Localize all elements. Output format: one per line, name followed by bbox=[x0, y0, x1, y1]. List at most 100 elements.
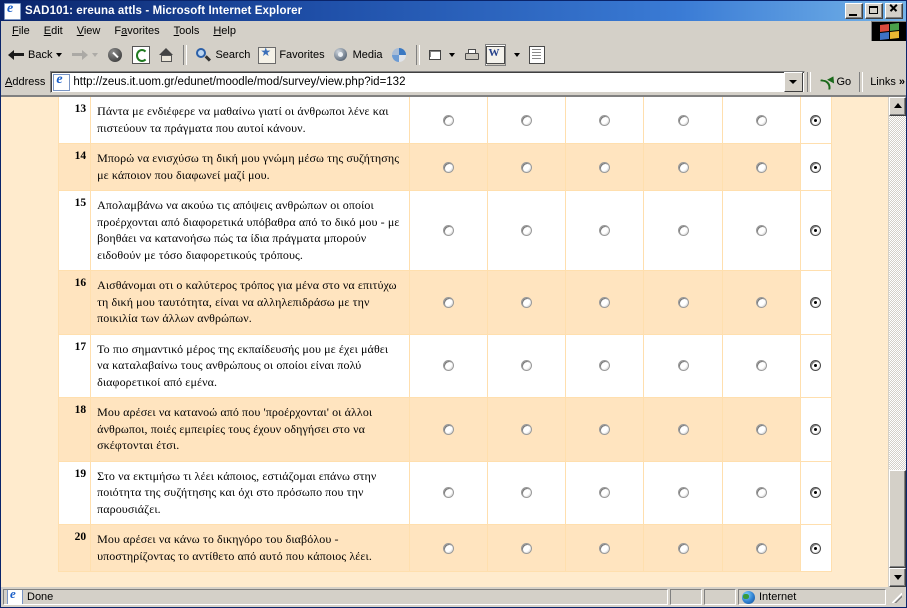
address-dropdown-button[interactable] bbox=[783, 72, 803, 92]
radio-option-4[interactable] bbox=[677, 423, 689, 435]
radio-option-4[interactable] bbox=[677, 114, 689, 126]
option-cell-2[interactable] bbox=[487, 524, 567, 572]
home-button[interactable] bbox=[154, 44, 179, 66]
edit-dropdown-chevron-icon[interactable] bbox=[513, 53, 520, 57]
back-button[interactable]: Back bbox=[4, 44, 67, 66]
radio-option-1[interactable] bbox=[442, 296, 454, 308]
option-cell-6[interactable] bbox=[799, 460, 833, 525]
radio-option-4[interactable] bbox=[677, 360, 689, 372]
menu-item-help[interactable]: Help bbox=[206, 23, 243, 40]
mail-button[interactable] bbox=[424, 44, 460, 66]
radio-option-3[interactable] bbox=[599, 423, 611, 435]
radio-option-5[interactable] bbox=[755, 360, 767, 372]
option-cell-6[interactable] bbox=[799, 143, 833, 191]
radio-option-1[interactable] bbox=[442, 423, 454, 435]
radio-option-6[interactable] bbox=[810, 487, 822, 499]
vertical-scrollbar[interactable] bbox=[888, 97, 906, 587]
radio-option-2[interactable] bbox=[521, 360, 533, 372]
option-cell-4[interactable] bbox=[643, 270, 723, 335]
option-cell-5[interactable] bbox=[721, 524, 801, 572]
print-button[interactable] bbox=[460, 44, 485, 66]
radio-option-1[interactable] bbox=[442, 542, 454, 554]
option-cell-4[interactable] bbox=[643, 397, 723, 462]
radio-option-5[interactable] bbox=[755, 487, 767, 499]
option-cell-3[interactable] bbox=[565, 190, 645, 271]
option-cell-2[interactable] bbox=[487, 397, 567, 462]
radio-option-3[interactable] bbox=[599, 114, 611, 126]
option-cell-1[interactable] bbox=[408, 524, 489, 572]
radio-option-1[interactable] bbox=[442, 360, 454, 372]
radio-option-6[interactable] bbox=[810, 225, 822, 237]
radio-option-6[interactable] bbox=[810, 423, 822, 435]
option-cell-5[interactable] bbox=[721, 460, 801, 525]
option-cell-3[interactable] bbox=[565, 333, 645, 398]
back-dropdown-chevron-icon[interactable] bbox=[56, 53, 63, 57]
scroll-up-button[interactable] bbox=[889, 97, 906, 116]
option-cell-2[interactable] bbox=[487, 270, 567, 335]
menu-item-edit[interactable]: Edit bbox=[37, 23, 70, 40]
option-cell-3[interactable] bbox=[565, 97, 645, 144]
option-cell-3[interactable] bbox=[565, 270, 645, 335]
radio-option-1[interactable] bbox=[442, 225, 454, 237]
radio-option-1[interactable] bbox=[442, 487, 454, 499]
radio-option-2[interactable] bbox=[521, 114, 533, 126]
scrollbar-track[interactable] bbox=[889, 116, 906, 568]
forward-dropdown-chevron-icon[interactable] bbox=[92, 53, 99, 57]
radio-option-6[interactable] bbox=[810, 296, 822, 308]
option-cell-1[interactable] bbox=[408, 97, 489, 144]
option-cell-5[interactable] bbox=[721, 270, 801, 335]
history-button[interactable] bbox=[387, 44, 412, 66]
menu-item-tools[interactable]: Tools bbox=[167, 23, 207, 40]
option-cell-2[interactable] bbox=[487, 97, 567, 144]
radio-option-5[interactable] bbox=[755, 542, 767, 554]
option-cell-2[interactable] bbox=[487, 190, 567, 271]
option-cell-4[interactable] bbox=[643, 97, 723, 144]
option-cell-3[interactable] bbox=[565, 397, 645, 462]
edit-dropdown-button[interactable] bbox=[506, 44, 525, 66]
option-cell-6[interactable] bbox=[799, 190, 833, 271]
maximize-button[interactable] bbox=[865, 3, 883, 19]
radio-option-3[interactable] bbox=[599, 487, 611, 499]
mail-dropdown-chevron-icon[interactable] bbox=[448, 53, 455, 57]
option-cell-2[interactable] bbox=[487, 143, 567, 191]
option-cell-1[interactable] bbox=[408, 190, 489, 271]
radio-option-6[interactable] bbox=[810, 114, 822, 126]
radio-option-5[interactable] bbox=[755, 423, 767, 435]
radio-option-3[interactable] bbox=[599, 296, 611, 308]
option-cell-1[interactable] bbox=[408, 397, 489, 462]
radio-option-3[interactable] bbox=[599, 542, 611, 554]
radio-option-6[interactable] bbox=[810, 542, 822, 554]
radio-option-2[interactable] bbox=[521, 542, 533, 554]
radio-option-6[interactable] bbox=[810, 360, 822, 372]
address-input-container[interactable]: http://zeus.it.uom.gr/edunet/moodle/mod/… bbox=[50, 71, 805, 93]
option-cell-4[interactable] bbox=[643, 524, 723, 572]
radio-option-2[interactable] bbox=[521, 225, 533, 237]
discuss-button[interactable] bbox=[525, 44, 549, 66]
radio-option-4[interactable] bbox=[677, 161, 689, 173]
menu-item-favorites[interactable]: Favorites bbox=[107, 23, 166, 40]
scrollbar-thumb[interactable] bbox=[889, 470, 906, 568]
option-cell-6[interactable] bbox=[799, 524, 833, 572]
address-input[interactable]: http://zeus.it.uom.gr/edunet/moodle/mod/… bbox=[73, 76, 783, 88]
option-cell-6[interactable] bbox=[799, 333, 833, 398]
option-cell-1[interactable] bbox=[408, 143, 489, 191]
option-cell-4[interactable] bbox=[643, 460, 723, 525]
radio-option-5[interactable] bbox=[755, 225, 767, 237]
radio-option-5[interactable] bbox=[755, 114, 767, 126]
minimize-button[interactable] bbox=[845, 3, 863, 19]
radio-option-2[interactable] bbox=[521, 423, 533, 435]
radio-option-4[interactable] bbox=[677, 487, 689, 499]
option-cell-5[interactable] bbox=[721, 397, 801, 462]
option-cell-6[interactable] bbox=[799, 397, 833, 462]
option-cell-6[interactable] bbox=[799, 270, 833, 335]
forward-button[interactable] bbox=[67, 44, 103, 66]
close-button[interactable] bbox=[885, 3, 903, 19]
go-button[interactable]: Go bbox=[813, 71, 858, 93]
option-cell-4[interactable] bbox=[643, 143, 723, 191]
option-cell-3[interactable] bbox=[565, 143, 645, 191]
refresh-button[interactable] bbox=[128, 44, 154, 66]
option-cell-2[interactable] bbox=[487, 333, 567, 398]
option-cell-5[interactable] bbox=[721, 143, 801, 191]
resize-grip[interactable] bbox=[888, 589, 904, 605]
radio-option-2[interactable] bbox=[521, 161, 533, 173]
